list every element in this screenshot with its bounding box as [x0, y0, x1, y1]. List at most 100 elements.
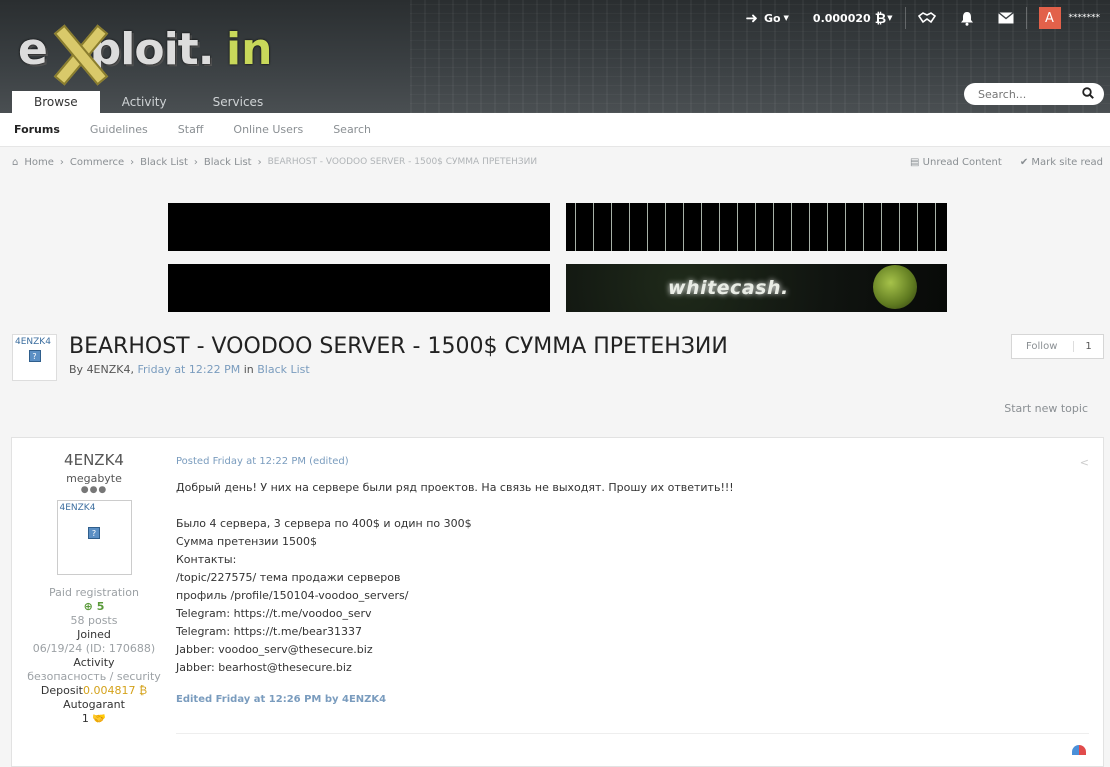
post-line: Сумма претензии 1500$ [176, 533, 1103, 551]
post-line: Jabber: bearhost@thesecure.biz [176, 659, 1103, 677]
home-icon: ⌂ [12, 157, 18, 168]
reaction-icon[interactable] [1072, 745, 1086, 755]
edited-note: Edited Friday at 12:26 PM by 4ENZK4 [176, 694, 1103, 705]
topic-forum-link[interactable]: Black List [257, 363, 310, 376]
deposit-label: Deposit [41, 684, 83, 697]
tab-browse[interactable]: Browse [12, 91, 100, 113]
logo-in: in [226, 24, 272, 75]
post-timestamp[interactable]: Posted Friday at 12:22 PM (edited) [176, 456, 1103, 467]
author-post-count[interactable]: 58 posts [12, 614, 176, 628]
topic-author-link[interactable]: 4ENZK4, [87, 363, 134, 376]
newspaper-icon: ▤ [910, 157, 919, 168]
deposit-value: 0.004817 [83, 684, 136, 697]
bitcoin-icon: ₿ [875, 10, 886, 27]
subnav-staff[interactable]: Staff [178, 123, 204, 136]
subnav-online-users[interactable]: Online Users [233, 123, 303, 136]
post-author-name[interactable]: 4ENZK4 [12, 451, 176, 469]
ad-banner-whitecash[interactable]: whitecash. [566, 264, 947, 312]
joined-label: Joined [12, 628, 176, 642]
subnav-guidelines[interactable]: Guidelines [90, 123, 148, 136]
breadcrumb-black-list[interactable]: Black List [140, 157, 188, 168]
start-new-topic-button[interactable]: Start new topic [1004, 402, 1088, 415]
post-author-panel: 4ENZK4 megabyte ●●● 4ENZK4 ? Paid regist… [12, 438, 176, 726]
logo-wordmark: e ploit. [18, 24, 213, 75]
post-line: Добрый день! У них на сервере были ряд п… [176, 479, 1103, 497]
activity-value: безопасность / security [12, 670, 176, 684]
caret-down-icon: ▼ [887, 14, 892, 22]
chevron-right-icon: › [258, 157, 262, 168]
rank-pips: ●●● [12, 485, 176, 495]
post-line: Telegram: https://t.me/voodoo_serv [176, 605, 1103, 623]
chevron-right-icon: › [130, 157, 134, 168]
search-icon[interactable] [1082, 87, 1094, 102]
topic-date[interactable]: Friday at 12:22 PM [137, 363, 240, 376]
post-line: профиль /profile/150104-voodoo_servers/ [176, 587, 1103, 605]
post-content: Posted Friday at 12:22 PM (edited) Добры… [176, 438, 1103, 705]
balance-value: 0.000020 [813, 12, 871, 25]
joined-value: 06/19/24 (ID: 170688) [12, 642, 176, 656]
envelope-icon[interactable] [986, 0, 1026, 36]
by-label: By [69, 363, 83, 376]
unread-content-label: Unread Content [923, 157, 1002, 168]
user-bar: ➜ Go ▼ 0.000020 ₿ ▼ A ******* [733, 0, 1110, 36]
subnav-search[interactable]: Search [333, 123, 371, 136]
avatar-alt-text: 4ENZK4 [60, 503, 129, 513]
author-rank: megabyte [12, 472, 176, 485]
tab-activity[interactable]: Activity [100, 91, 189, 113]
author-reputation: ⊕ 5 [12, 600, 176, 614]
ad-banner[interactable] [168, 203, 550, 251]
reputation-value: 5 [97, 600, 105, 613]
chevron-right-icon: › [194, 157, 198, 168]
autogarant-value: 1 🤝 [12, 712, 176, 726]
breadcrumb-black-list-sub[interactable]: Black List [204, 157, 252, 168]
subnav-forums[interactable]: Forums [14, 123, 60, 136]
avatar: A [1039, 7, 1061, 29]
go-menu[interactable]: ➜ Go ▼ [733, 0, 801, 36]
topic-meta: By 4ENZK4, Friday at 12:22 PM in Black L… [69, 363, 310, 376]
unread-content-link[interactable]: ▤ Unread Content [910, 157, 1002, 168]
mark-site-read-label: Mark site read [1031, 157, 1103, 168]
handshake-icon[interactable] [906, 0, 948, 36]
post-author-avatar[interactable]: 4ENZK4 ? [57, 500, 132, 575]
share-icon[interactable]: < [1080, 456, 1089, 469]
mark-site-read-link[interactable]: ✔ Mark site read [1020, 157, 1103, 168]
ad-banner[interactable] [566, 203, 947, 251]
follow-label: Follow [1012, 341, 1073, 352]
primary-nav: Browse Activity Services [12, 91, 285, 113]
autogarant-label: Autogarant [12, 698, 176, 712]
bell-icon[interactable] [948, 0, 986, 36]
reaction-bar-divider [176, 733, 1089, 734]
balance-menu[interactable]: 0.000020 ₿ ▼ [801, 0, 905, 36]
plus-circle-icon: ⊕ [84, 600, 93, 613]
post-line: Telegram: https://t.me/bear31337 [176, 623, 1103, 641]
breadcrumb-tools: ▤ Unread Content ✔ Mark site read [910, 157, 1103, 168]
post: 4ENZK4 megabyte ●●● 4ENZK4 ? Paid regist… [11, 437, 1104, 767]
post-line-blank [176, 497, 1103, 515]
topic-author-avatar[interactable]: 4ENZK4 ? [12, 334, 57, 381]
post-line: Было 4 сервера, 3 сервера по 400$ и один… [176, 515, 1103, 533]
tab-services[interactable]: Services [189, 91, 286, 113]
caret-down-icon: ▼ [784, 14, 789, 22]
autogarant-count: 1 [82, 712, 89, 725]
arrow-right-icon: ➜ [745, 9, 758, 27]
breadcrumb-current: BEARHOST - VOODOO SERVER - 1500$ СУММА П… [268, 157, 538, 168]
ad-banner[interactable] [168, 264, 550, 312]
breadcrumb: ⌂ Home › Commerce › Black List › Black L… [12, 157, 537, 168]
breadcrumb-commerce[interactable]: Commerce [70, 157, 124, 168]
banner-brand-text: whitecash. [668, 277, 789, 299]
bitcoin-icon: ₿ [139, 684, 147, 697]
username-masked: ******* [1069, 13, 1101, 23]
post-body: Добрый день! У них на сервере были ряд п… [176, 479, 1103, 677]
follow-button[interactable]: Follow 1 [1011, 334, 1104, 359]
broken-image-icon: ? [29, 350, 41, 362]
activity-label: Activity [12, 656, 176, 670]
post-line: /topic/227575/ тема продажи серверов [176, 569, 1103, 587]
check-icon: ✔ [1020, 157, 1028, 168]
go-label: Go [764, 12, 781, 25]
site-logo[interactable]: e ploit. in [18, 24, 293, 82]
user-menu[interactable]: A ******* [1027, 0, 1110, 36]
page-title: BEARHOST - VOODOO SERVER - 1500$ СУММА П… [69, 334, 728, 359]
post-line: Контакты: [176, 551, 1103, 569]
breadcrumb-home[interactable]: Home [24, 157, 54, 168]
search-input[interactable] [978, 88, 1078, 101]
